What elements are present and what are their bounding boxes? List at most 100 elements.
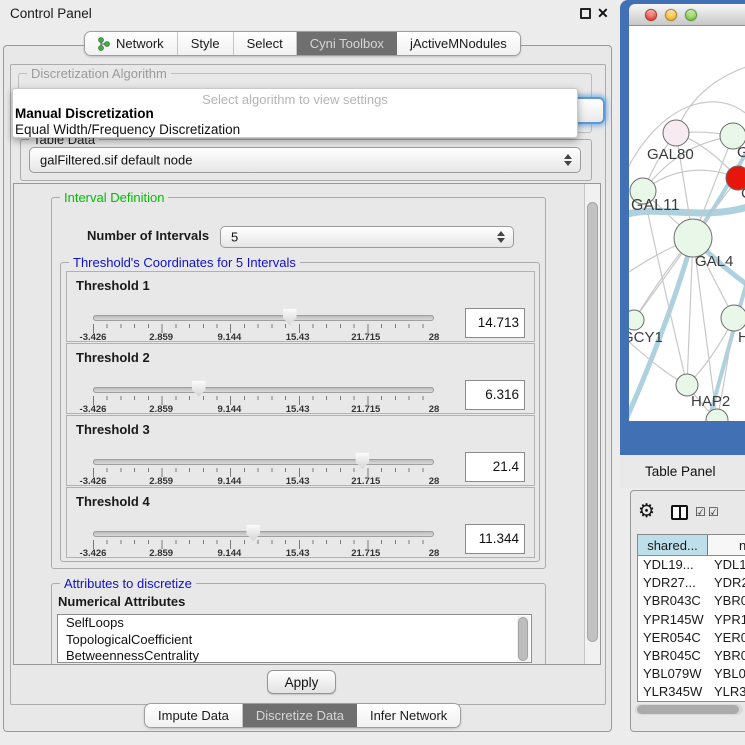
node-label: H [738, 329, 745, 346]
checkbox-icon[interactable]: ☑ [708, 505, 719, 519]
table-header-row: shared... n [638, 535, 745, 556]
numerical-attributes-list[interactable]: SelfLoops TopologicalCoefficient Between… [57, 614, 532, 663]
discretization-algorithm-group-title: Discretization Algorithm [27, 66, 171, 81]
network-graph: GAL80 GA C GAL11 GAL4 GCY1 H HAP2 [629, 26, 745, 421]
mac-minimize-icon[interactable] [665, 9, 677, 21]
node-label: C [741, 185, 745, 202]
algorithm-dropdown-popup: Select algorithm to view settings Manual… [12, 88, 578, 138]
control-panel-titlebar: Control Panel ✕ [0, 0, 620, 27]
table-data-selected-value: galFiltered.sif default node [40, 153, 192, 168]
tab-cyni-toolbox[interactable]: Cyni Toolbox [297, 32, 397, 55]
apply-button[interactable]: Apply [267, 670, 336, 694]
number-of-intervals-value: 5 [231, 230, 238, 245]
table-horizontal-scrollbar-thumb[interactable] [637, 705, 739, 714]
node-label: HAP2 [691, 393, 730, 410]
table-panel: ⚙ ☑ ☑ shared... n YDL19...YDL1 YDR27...Y… [630, 490, 745, 732]
algorithm-option-manual[interactable]: Manual Discretization [15, 106, 154, 121]
mac-close-icon[interactable] [645, 9, 657, 21]
cyni-bottom-tabbar: Impute Data Discretize Data Infer Networ… [144, 703, 461, 728]
node-gal4[interactable] [674, 219, 712, 257]
column-header-name[interactable]: n [708, 535, 745, 555]
threshold-1-panel: Threshold 1 -3.426 2.859 9.144 15.43 21.… [66, 271, 535, 342]
node-attribute-table[interactable]: shared... n YDL19...YDL1 YDR27...YDR2 YB… [637, 534, 745, 702]
thresholds-group: Threshold's Coordinates for 5 Intervals … [60, 262, 540, 562]
tab-select[interactable]: Select [234, 32, 297, 55]
table-row[interactable]: YLR345WYLR3 [638, 683, 745, 701]
algorithm-option-equal-width[interactable]: Equal Width/Frequency Discretization [15, 122, 240, 137]
panel-title: Control Panel [10, 6, 92, 21]
threshold-2-value-field[interactable]: 6.316 [465, 380, 525, 410]
combo-stepper-icon [497, 231, 505, 243]
table-row[interactable]: YIL052CYIL0 [638, 702, 745, 703]
table-panel-titlebar: Table Panel [620, 455, 745, 488]
table-row[interactable]: YER054CYER0 [638, 629, 745, 647]
network-view-window: GAL80 GA C GAL11 GAL4 GCY1 H HAP2 [620, 0, 745, 455]
thresholds-group-title: Threshold's Coordinates for 5 Intervals [69, 255, 300, 270]
list-scrollbar-thumb[interactable] [518, 617, 528, 661]
slider-scale-labels: -3.426 2.859 9.144 15.43 21.715 28 [93, 404, 434, 415]
threshold-4-value-field[interactable]: 11.344 [465, 524, 525, 554]
slider-scale-labels: -3.426 2.859 9.144 15.43 21.715 28 [93, 548, 434, 559]
close-icon[interactable]: ✕ [597, 5, 609, 22]
tab-network[interactable]: Network [85, 32, 178, 55]
interval-definition-title: Interval Definition [60, 190, 168, 205]
tab-discretize-data[interactable]: Discretize Data [243, 704, 357, 727]
tab-jactivemnodules[interactable]: jActiveMNodules [397, 32, 520, 55]
table-row[interactable]: YDR27...YDR2 [638, 574, 745, 592]
tab-style[interactable]: Style [178, 32, 234, 55]
float-window-icon[interactable] [580, 8, 591, 19]
threshold-2-panel: Threshold 2 -3.426 2.859 9.144 15.43 21.… [66, 343, 535, 414]
table-row[interactable]: YBL079WYBL0 [638, 665, 745, 683]
settings-scroll-area: Interval Definition Number of Intervals … [13, 183, 601, 665]
threshold-1-value-field[interactable]: 14.713 [465, 308, 525, 338]
tab-impute-data[interactable]: Impute Data [145, 704, 243, 727]
algorithm-popup-hint: Select algorithm to view settings [13, 92, 577, 107]
table-data-combobox[interactable]: galFiltered.sif default node [29, 147, 581, 173]
combo-stepper-icon [564, 154, 572, 166]
table-row[interactable]: YBR045CYBR0 [638, 647, 745, 665]
network-window-titlebar[interactable] [629, 4, 745, 26]
number-of-intervals-combobox[interactable]: 5 [220, 226, 514, 248]
screen: Control Panel ✕ Network Style Select Cyn… [0, 0, 745, 745]
table-row[interactable]: YBR043CYBR0 [638, 592, 745, 610]
list-item[interactable]: SelfLoops [58, 615, 531, 632]
node-label: GAL80 [647, 146, 694, 163]
split-columns-icon[interactable] [671, 505, 688, 520]
tab-infer-network[interactable]: Infer Network [357, 704, 460, 727]
mac-zoom-icon[interactable] [685, 9, 697, 21]
node-gcy1[interactable] [629, 310, 644, 330]
gear-icon[interactable]: ⚙ [638, 502, 655, 521]
node-label: GAL4 [695, 253, 733, 270]
tab-network-label: Network [116, 36, 164, 51]
threshold-4-panel: Threshold 4 -3.426 2.859 9.144 15.43 21.… [66, 487, 535, 558]
slider-scale-labels: -3.426 2.859 9.144 15.43 21.715 28 [93, 476, 434, 487]
list-item[interactable]: TopologicalCoefficient [58, 632, 531, 649]
table-row[interactable]: YDL19...YDL1 [638, 556, 745, 574]
network-tree-icon [98, 37, 110, 51]
control-panel-tabbar: Network Style Select Cyni Toolbox jActiv… [84, 31, 521, 56]
interval-definition-group: Interval Definition Number of Intervals … [51, 197, 546, 569]
column-header-shared-name[interactable]: shared... [638, 535, 708, 555]
table-panel-title: Table Panel [645, 464, 716, 479]
number-of-intervals-label: Number of Intervals [87, 228, 209, 243]
threshold-3-value-field[interactable]: 21.4 [465, 452, 525, 482]
table-row[interactable]: YPR145WYPR1 [638, 611, 745, 629]
list-item[interactable]: BetweennessCentrality [58, 648, 531, 663]
network-canvas[interactable]: GAL80 GA C GAL11 GAL4 GCY1 H HAP2 [629, 26, 745, 421]
checkbox-icon[interactable]: ☑ [695, 505, 706, 519]
slider-scale-labels: -3.426 2.859 9.144 15.43 21.715 28 [93, 332, 434, 343]
settings-scrollbar[interactable] [584, 184, 600, 664]
attributes-group-title: Attributes to discretize [60, 576, 196, 591]
node-label: GCY1 [629, 329, 663, 346]
settings-scrollbar-thumb[interactable] [587, 202, 598, 642]
node-gal80[interactable] [663, 120, 689, 146]
node-h[interactable] [721, 305, 745, 331]
table-horizontal-scrollbar[interactable] [635, 704, 743, 715]
attributes-group: Attributes to discretize Numerical Attri… [51, 583, 546, 665]
numerical-attributes-label: Numerical Attributes [58, 594, 185, 609]
table-data-group: Table Data galFiltered.sif default node [20, 139, 592, 181]
node-label: GA [737, 144, 745, 161]
node-label: GAL11 [631, 197, 680, 214]
list-scrollbar[interactable] [517, 616, 530, 662]
threshold-3-panel: Threshold 3 -3.426 2.859 9.144 15.43 21.… [66, 415, 535, 486]
